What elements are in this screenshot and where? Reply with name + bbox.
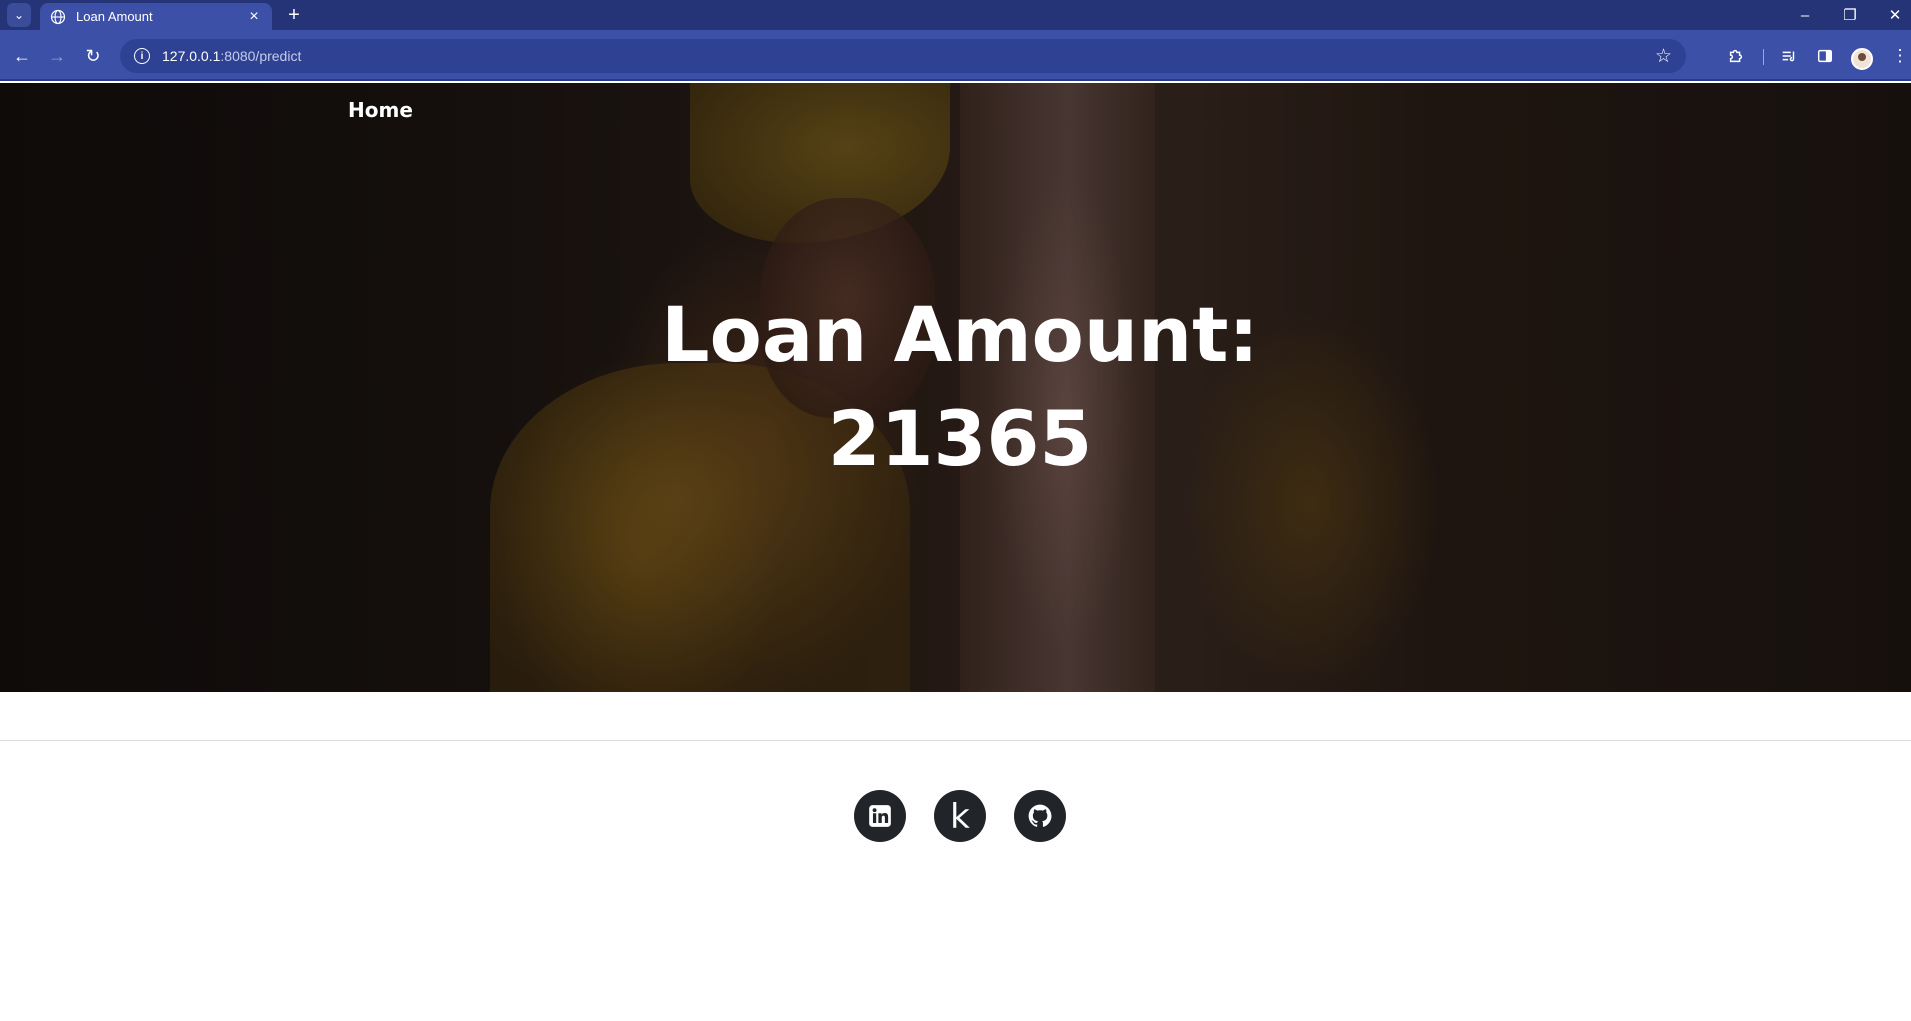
nav-home-link[interactable]: Home [348, 98, 413, 122]
github-link[interactable] [1014, 790, 1066, 842]
reload-button[interactable]: ↻ [79, 42, 107, 70]
url-host: 127.0.0.1 [162, 48, 221, 64]
browser-menu-icon[interactable]: ⋮ [1886, 42, 1911, 70]
minimize-button[interactable]: – [1782, 0, 1828, 30]
window-close-button[interactable]: ✕ [1872, 0, 1911, 30]
bookmark-star-icon[interactable]: ☆ [1655, 45, 1672, 68]
restore-button[interactable]: ❐ [1827, 0, 1873, 30]
footer-divider [0, 740, 1911, 741]
extensions-puzzle-icon[interactable] [1722, 42, 1750, 70]
url-path: :8080/predict [220, 48, 302, 64]
browser-tabstrip: ⌄ Loan Amount × + – ❐ ✕ [0, 0, 1911, 30]
globe-icon [50, 9, 66, 24]
kaggle-icon: k [950, 797, 970, 837]
linkedin-link[interactable] [854, 790, 906, 842]
media-queue-icon[interactable] [1775, 42, 1803, 70]
toolbar-separator [1763, 49, 1764, 65]
browser-toolbar: ← → ↻ i 127.0.0.1:8080/predict ☆ ⋮ [0, 30, 1911, 81]
heading-label: Loan Amount: [661, 290, 1259, 379]
site-info-icon[interactable]: i [134, 48, 150, 64]
browser-tab-active[interactable]: Loan Amount × [40, 3, 272, 30]
tab-close-icon[interactable]: × [242, 8, 266, 26]
profile-avatar[interactable] [1851, 48, 1873, 70]
kaggle-link[interactable]: k [934, 790, 986, 842]
tab-search-button[interactable]: ⌄ [7, 3, 31, 27]
chevron-down-icon: ⌄ [13, 8, 25, 22]
address-bar[interactable]: i 127.0.0.1:8080/predict ☆ [120, 39, 1686, 73]
tab-title: Loan Amount [76, 9, 153, 24]
side-panel-icon[interactable] [1811, 42, 1839, 70]
loan-amount-value: 21365 [827, 394, 1093, 483]
back-button[interactable]: ← [8, 42, 36, 70]
new-tab-button[interactable]: + [282, 3, 306, 27]
linkedin-icon [869, 805, 891, 827]
forward-button[interactable]: → [43, 42, 71, 70]
github-icon [1028, 804, 1052, 827]
loan-amount-heading: Loan Amount: 21365 [0, 283, 1911, 491]
